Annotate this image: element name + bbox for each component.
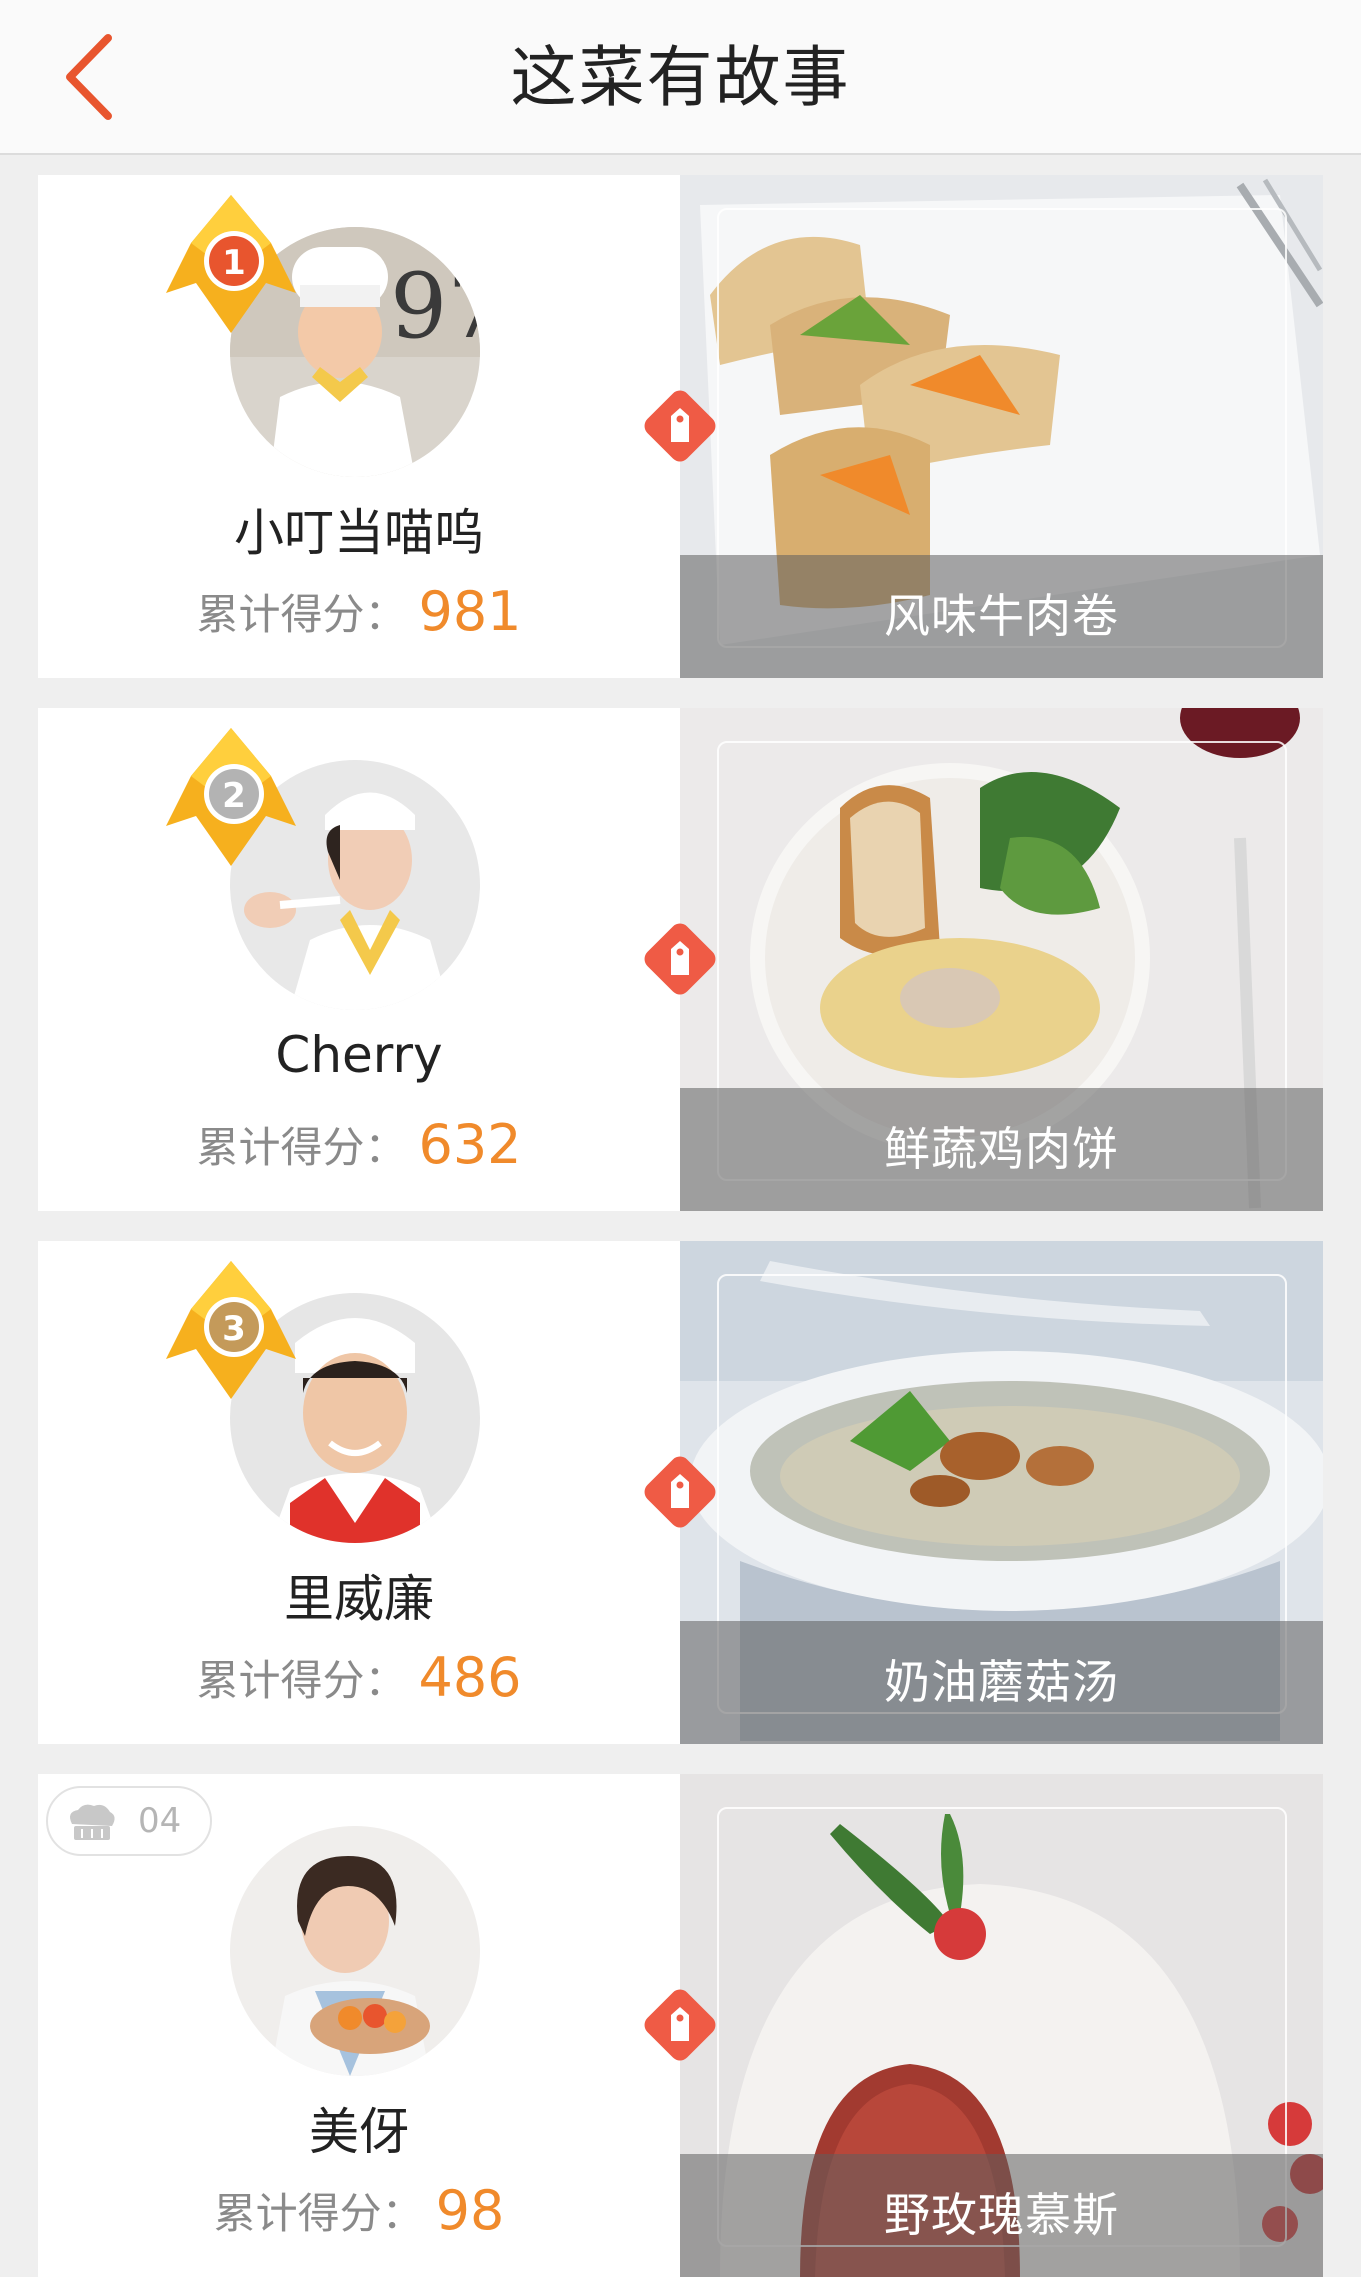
score-label: 累计得分： — [196, 1123, 407, 1172]
dish-card[interactable]: 风味牛肉卷 — [680, 175, 1323, 678]
user-panel: 3 里威廉 累计得分： 486 — [38, 1241, 680, 1744]
dish-card[interactable]: 奶油蘑菇汤 — [680, 1241, 1323, 1744]
score-row: 累计得分： 981 — [38, 580, 680, 643]
score-value: 486 — [418, 1646, 522, 1709]
user-name: 里威廉 — [284, 1570, 434, 1628]
score-value: 632 — [418, 1113, 522, 1176]
chef-hat-icon — [70, 1804, 115, 1840]
score-value: 981 — [418, 580, 522, 643]
score-row: 累计得分： 632 — [38, 1113, 680, 1176]
tag-icon — [634, 1979, 726, 2071]
rank-number: 04 — [138, 1801, 182, 1841]
avatar[interactable] — [230, 1826, 480, 2076]
rank-number: 1 — [222, 243, 246, 283]
dish-card[interactable]: 野玫瑰慕斯 — [680, 1774, 1323, 2277]
dish-name: 野玫瑰慕斯 — [884, 2188, 1119, 2242]
header-bar: 这菜有故事 — [0, 0, 1361, 155]
ranking-card[interactable]: 97 1 小叮当喵呜 累计得分： 981 风味牛肉卷 — [38, 175, 1323, 678]
rank-3-crown-badge: 3 — [146, 1249, 316, 1419]
score-row: 累计得分： 98 — [38, 2179, 680, 2242]
svg-text:97: 97 — [390, 254, 480, 359]
dish-name: 奶油蘑菇汤 — [884, 1655, 1119, 1709]
dish-name: 鲜蔬鸡肉饼 — [884, 1122, 1119, 1176]
ranking-card[interactable]: 3 里威廉 累计得分： 486 奶油蘑菇汤 — [38, 1241, 1323, 1744]
score-label: 累计得分： — [213, 2189, 424, 2238]
rank-number: 3 — [222, 1309, 246, 1349]
tag-icon — [634, 913, 726, 1005]
user-panel: 97 1 小叮当喵呜 累计得分： 981 — [38, 175, 680, 678]
user-name: Cherry — [275, 1026, 443, 1084]
rank-2-crown-badge: 2 — [146, 716, 316, 886]
rank-pill: 04 — [46, 1786, 212, 1856]
score-value: 98 — [435, 2179, 505, 2242]
score-label: 累计得分： — [196, 1656, 407, 1705]
dish-card[interactable]: 鲜蔬鸡肉饼 — [680, 708, 1323, 1211]
rank-number: 2 — [222, 776, 246, 816]
user-panel: 2 Cherry 累计得分： 632 — [38, 708, 680, 1211]
rank-1-crown-badge: 1 — [146, 183, 316, 353]
user-name: 美伢 — [309, 2103, 409, 2161]
ranking-card[interactable]: 2 Cherry 累计得分： 632 鲜蔬鸡肉饼 — [38, 708, 1323, 1211]
tag-icon — [634, 1446, 726, 1538]
tag-icon — [634, 380, 726, 472]
page-title: 这菜有故事 — [510, 39, 851, 116]
user-name: 小叮当喵呜 — [234, 504, 484, 562]
score-label: 累计得分： — [196, 590, 407, 639]
dish-name: 风味牛肉卷 — [884, 589, 1119, 643]
score-row: 累计得分： 486 — [38, 1646, 680, 1709]
ranking-card[interactable]: 04 美伢 累计得分： 98 野玫瑰慕斯 — [38, 1774, 1323, 2277]
user-panel: 04 美伢 累计得分： 98 — [38, 1774, 680, 2277]
